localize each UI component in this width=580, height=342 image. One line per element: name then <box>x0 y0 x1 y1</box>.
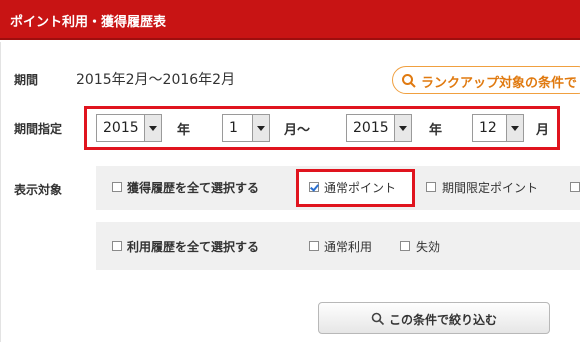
period-value: 2015年2月～2016年2月 <box>76 72 236 88</box>
chevron-down-icon <box>506 115 523 141</box>
limited-points-checkbox[interactable] <box>426 182 436 192</box>
chevron-down-icon <box>394 115 411 141</box>
acquired-all-checkbox[interactable] <box>112 182 122 192</box>
to-year-select[interactable]: 2015 <box>346 114 412 142</box>
from-month-select[interactable]: 1 <box>222 114 270 142</box>
extra-checkbox[interactable] <box>570 182 580 192</box>
period-spec-label: 期間指定 <box>14 122 63 136</box>
year-unit-2: 年 <box>429 123 443 138</box>
expired-label: 失効 <box>416 240 441 254</box>
page-title: ポイント利用・獲得履歴表 <box>10 15 167 30</box>
display-target-label: 表示対象 <box>14 183 63 197</box>
page-header: ポイント利用・獲得履歴表 <box>0 0 580 40</box>
normal-usage-checkbox[interactable] <box>309 241 319 251</box>
year-unit-1: 年 <box>177 123 191 138</box>
usage-all-checkbox[interactable] <box>112 241 122 251</box>
usage-all-label: 利用履歴を全て選択する <box>127 240 260 254</box>
to-month-value: 12 <box>479 120 497 136</box>
normal-points-label: 通常ポイント <box>324 181 397 195</box>
apply-filter-button[interactable]: この条件で絞り込む <box>318 302 550 334</box>
to-month-select[interactable]: 12 <box>472 114 524 142</box>
search-icon <box>371 312 385 326</box>
chevron-down-icon <box>144 115 161 141</box>
apply-filter-label: この条件で絞り込む <box>389 313 498 327</box>
normal-usage-label: 通常利用 <box>324 240 373 254</box>
acquired-all-label: 獲得履歴を全て選択する <box>127 181 260 195</box>
to-year-value: 2015 <box>353 120 389 136</box>
from-month-value: 1 <box>229 120 238 136</box>
period-label: 期間 <box>14 73 39 87</box>
rank-up-condition-button[interactable]: ランクアップ対象の条件で <box>392 66 580 94</box>
rank-up-condition-label: ランクアップ対象の条件で <box>421 76 578 91</box>
normal-points-checkbox[interactable] <box>309 182 319 192</box>
search-icon <box>402 74 416 88</box>
from-year-select[interactable]: 2015 <box>96 114 162 142</box>
expired-checkbox[interactable] <box>400 241 410 251</box>
limited-points-label: 期間限定ポイント <box>442 181 539 195</box>
month-unit-1: 月～ <box>284 123 311 138</box>
month-unit-2: 月 <box>536 123 550 138</box>
chevron-down-icon <box>252 115 269 141</box>
from-year-value: 2015 <box>103 120 139 136</box>
